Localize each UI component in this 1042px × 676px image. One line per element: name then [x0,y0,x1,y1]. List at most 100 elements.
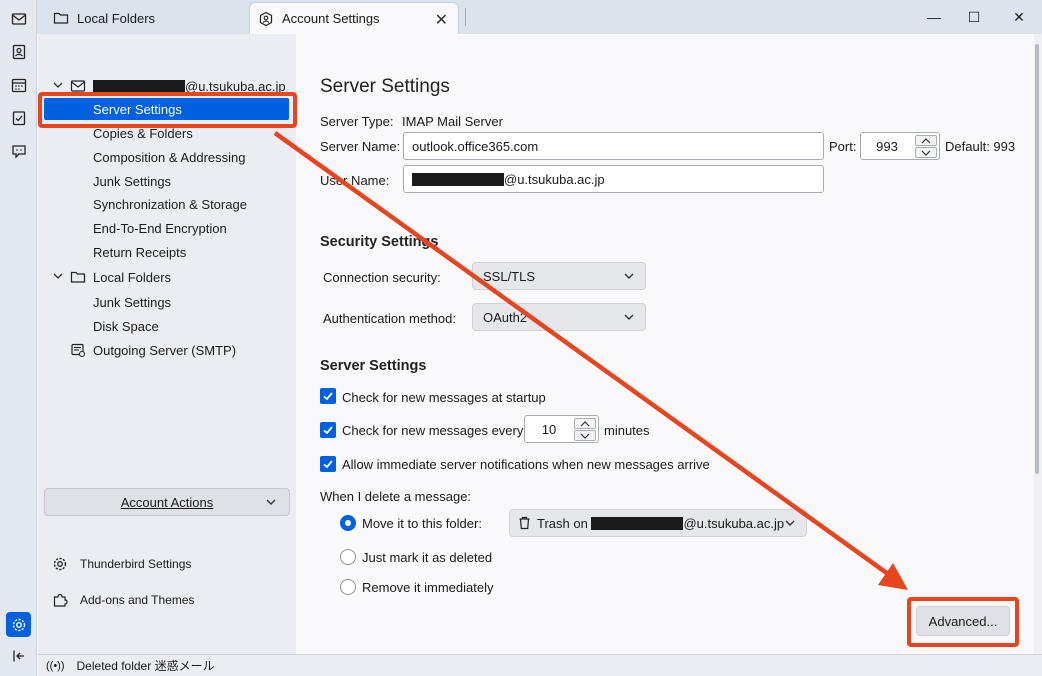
trash-prefix: Trash on [537,515,588,531]
port-label: Port: [829,139,857,154]
sidebar-item-receipts[interactable]: Return Receipts [38,241,296,263]
allow-notifications-label[interactable]: Allow immediate server notifications whe… [342,457,710,472]
puzzle-icon [53,593,68,607]
decrement-icon[interactable] [915,147,937,158]
security-settings-heading: Security Settings [320,234,439,250]
connection-security-label: Connection security: [323,270,441,285]
decrement-icon[interactable] [574,430,596,441]
just-mark-deleted-label[interactable]: Just mark it as deleted [362,550,492,565]
chevron-down-icon[interactable] [52,270,64,282]
sidebar-item-label: Outgoing Server (SMTP) [93,342,237,358]
redacted-username [591,516,684,530]
server-type-value: IMAP Mail Server [402,114,503,129]
chevron-down-icon [624,273,634,279]
sidebar-item-junk[interactable]: Junk Settings [38,170,296,192]
tab-account-settings[interactable]: Account Settings ✕ [249,2,459,34]
just-mark-deleted-radio[interactable] [340,549,356,565]
highlight-server-settings [38,92,297,128]
user-name-field[interactable]: @u.tsukuba.ac.jp [403,165,824,193]
check-every-checkbox[interactable] [320,422,336,438]
close-window-button[interactable]: ✕ [996,0,1042,34]
addons-link[interactable]: Add-ons and Themes [52,589,195,611]
checkmark-icon [323,426,333,435]
online-status-icon[interactable]: ((•)) [46,660,65,672]
trash-folder-select[interactable]: Trash on @u.tsukuba.ac.jp [509,509,807,537]
move-to-folder-label[interactable]: Move it to this folder: [362,516,482,531]
sidebar-item-label: Synchronization & Storage [93,196,247,212]
delete-message-label: When I delete a message: [320,489,472,504]
folder-icon [53,10,69,26]
user-name-label: User Name: [320,173,390,188]
tasks-icon[interactable] [9,108,29,128]
scrollbar-thumb[interactable] [1035,44,1039,474]
increment-icon[interactable] [574,418,596,429]
sidebar-item-e2ee[interactable]: End-To-End Encryption [38,217,296,239]
trash-suffix: @u.tsukuba.ac.jp [683,515,785,531]
port-default-label: Default: 993 [945,139,1016,154]
page-title: Server Settings [320,76,450,97]
thunderbird-settings-link[interactable]: Thunderbird Settings [52,553,191,575]
check-startup-label[interactable]: Check for new messages at startup [342,390,546,405]
tab-local-folders[interactable]: Local Folders [45,2,249,34]
address-book-icon[interactable] [9,42,29,62]
outgoing-server-icon [71,343,86,358]
allow-notifications-checkbox[interactable] [320,456,336,472]
port-value: 993 [876,139,898,154]
server-name-label: Server Name: [320,139,401,154]
account-actions-button[interactable]: Account Actions [44,488,290,516]
move-to-folder-radio[interactable] [340,515,356,531]
chevron-down-icon[interactable] [52,79,64,91]
remove-immediately-label[interactable]: Remove it immediately [362,580,494,595]
port-field[interactable]: 993 [860,132,940,160]
account-actions-label: Account Actions [120,494,214,510]
title-bar: Local Folders Account Settings ✕ — ☐ ✕ [37,0,1042,34]
server-name-field[interactable]: outlook.office365.com [403,132,824,160]
status-bar: ((•)) Deleted folder 迷惑メール [38,654,1042,676]
redacted-username [93,79,185,93]
chevron-down-icon [624,314,634,320]
close-tab-icon[interactable]: ✕ [435,10,448,30]
connection-security-select[interactable]: SSL/TLS [472,262,646,290]
sidebar-item-label: End-To-End Encryption [93,220,227,236]
checkmark-icon [323,392,333,401]
spaces-toolbar [0,0,37,676]
increment-icon[interactable] [915,135,937,146]
sidebar-item-label: Junk Settings [93,173,172,189]
thunderbird-settings-label: Thunderbird Settings [80,557,192,571]
auth-method-value: OAuth2 [483,309,528,325]
gear-icon [53,557,67,571]
account-settings-icon [258,11,274,27]
checkmark-icon [323,460,333,469]
auth-method-select[interactable]: OAuth2 [472,303,646,331]
tree-local-folders[interactable]: Local Folders [38,266,296,288]
connection-security-value: SSL/TLS [483,268,536,284]
server-settings-heading: Server Settings [320,358,427,374]
mail-icon[interactable] [9,9,29,29]
status-text: Deleted folder 迷惑メール [76,659,215,673]
sidebar-item-composition[interactable]: Composition & Addressing [38,146,296,168]
check-interval-field[interactable]: 10 [524,415,599,443]
settings-icon[interactable] [6,612,31,637]
check-startup-checkbox[interactable] [320,388,336,404]
highlight-advanced-button [907,597,1019,647]
check-interval-value: 10 [541,422,557,437]
sidebar-item-label: Junk Settings [93,294,172,310]
maximize-button[interactable]: ☐ [951,0,997,34]
check-every-label[interactable]: Check for new messages every [342,423,523,438]
addons-label: Add-ons and Themes [80,593,195,607]
sidebar-item-sync[interactable]: Synchronization & Storage [38,193,296,215]
main-scrollbar[interactable] [1034,34,1042,654]
calendar-icon[interactable] [9,75,29,95]
sidebar-item-label: Composition & Addressing [93,149,246,165]
redacted-username [412,172,504,186]
user-name-suffix: @u.tsukuba.ac.jp [504,171,605,187]
sidebar-item-local-junk[interactable]: Junk Settings [38,291,296,313]
sidebar-item-smtp[interactable]: Outgoing Server (SMTP) [38,339,296,361]
remove-immediately-radio[interactable] [340,579,356,595]
collapse-icon[interactable] [9,646,29,666]
sidebar-item-disk-space[interactable]: Disk Space [38,315,296,337]
chat-icon[interactable] [9,141,29,161]
tab-label: Account Settings [282,11,380,26]
trash-icon [519,516,530,530]
folder-icon [70,271,86,283]
